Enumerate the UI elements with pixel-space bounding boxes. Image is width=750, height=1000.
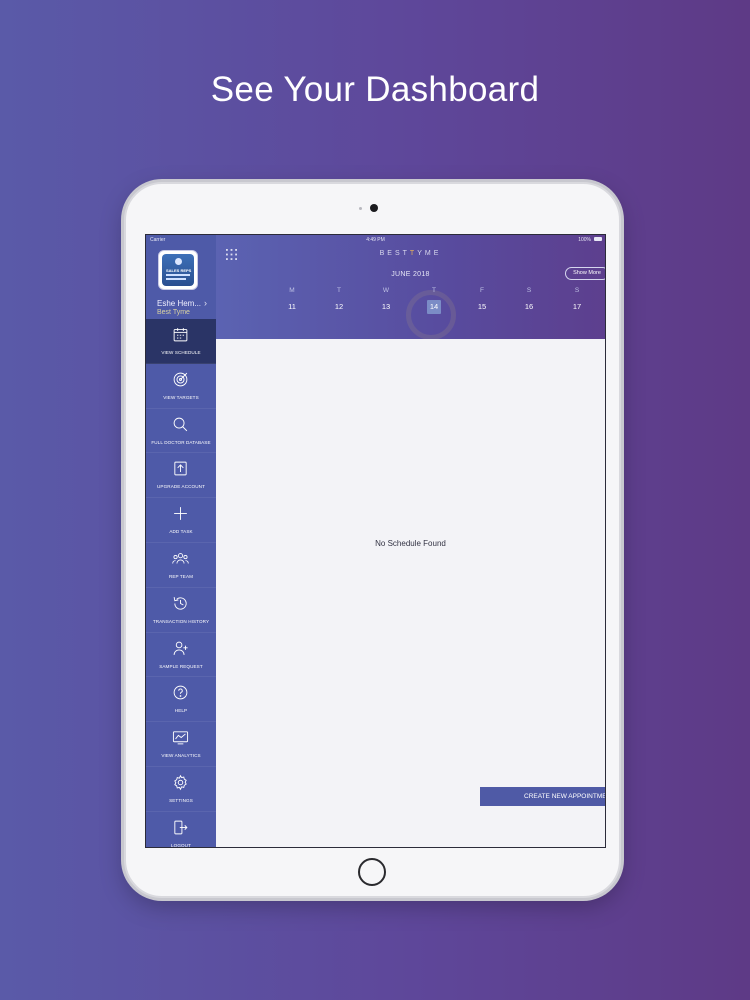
brand-prefix: BEST <box>379 250 410 257</box>
help-icon <box>173 686 188 700</box>
day-name: S <box>574 287 580 294</box>
day-number: 15 <box>477 302 487 311</box>
sidebar-item-label: SETTINGS <box>169 797 193 803</box>
gear-icon <box>174 774 187 791</box>
sidebar-item-label: LOGOUT <box>171 842 191 848</box>
day-number: 17 <box>572 302 582 311</box>
history-icon <box>173 596 187 610</box>
schedule-content: No Schedule Found CREATE NEW APPOINTMENT <box>216 339 605 847</box>
sidebar-item-full-doctor-database[interactable]: FULL DOCTOR DATABASE <box>146 409 216 454</box>
empty-state-message: No Schedule Found <box>375 539 446 548</box>
search-icon <box>173 417 188 431</box>
sidebar-item-view-schedule[interactable]: VIEW SCHEDULE <box>146 319 216 364</box>
sidebar-item-view-targets[interactable]: VIEW TARGETS <box>146 364 216 409</box>
headline: See Your Dashboard <box>210 70 540 109</box>
home-button[interactable] <box>358 858 386 886</box>
sidebar-item-transaction-history[interactable]: TRANSACTION HISTORY <box>146 588 216 633</box>
day-cell[interactable]: S 17 <box>567 286 587 314</box>
day-name: T <box>337 287 341 294</box>
day-cell-selected[interactable]: T 14 <box>424 286 444 314</box>
sidebar-item-label: VIEW TARGETS <box>163 394 199 400</box>
chevron-right-icon[interactable]: › <box>204 298 207 308</box>
day-cell[interactable]: W 13 <box>376 286 396 314</box>
sidebar-item-label: UPGRADE ACCOUNT <box>157 484 205 490</box>
battery-icon <box>594 237 602 241</box>
profile-company: Best Tyme <box>157 309 190 316</box>
logo-line-decoration <box>166 278 186 280</box>
calendar-month-label: JUNE 2018 <box>391 271 430 278</box>
day-number: 16 <box>524 302 534 311</box>
calendar-icon <box>173 328 188 342</box>
sidebar-item-label: SAMPLE REQUEST <box>159 663 203 669</box>
sidebar-item-label: REP TEAM <box>168 573 194 579</box>
day-number: 13 <box>381 302 391 311</box>
day-name: T <box>432 287 436 294</box>
sidebar-menu: VIEW SCHEDULE VIEW TARGETS FULL DOCTOR D… <box>146 319 216 848</box>
sidebar-item-logout[interactable]: LOGOUT <box>146 812 216 848</box>
day-cell[interactable]: T 12 <box>329 286 349 314</box>
sidebar-item-label: FULL DOCTOR DATABASE <box>151 439 211 445</box>
sidebar-item-label: ADD TASK <box>169 529 193 535</box>
week-strip: M 11 T 12 W 13 T 14 F 15 S 16 S 17 <box>276 286 605 326</box>
front-camera <box>370 204 378 212</box>
battery-percent: 100% <box>578 237 591 243</box>
brand-logo: BESTTYME <box>216 250 605 257</box>
user-request-icon <box>173 641 188 655</box>
app-screen: Carrier 4:49 PM 100% SALES REPS Eshe Hem… <box>145 234 606 848</box>
day-name: F <box>480 287 484 294</box>
upgrade-icon <box>174 462 187 476</box>
day-cell[interactable]: M 11 <box>282 286 302 314</box>
sidebar-item-settings[interactable]: SETTINGS <box>146 767 216 812</box>
sidebar-item-label: VIEW ANALYTICS <box>161 753 201 759</box>
logo-line-decoration <box>166 274 190 276</box>
day-number: 14 <box>427 300 441 314</box>
ipad-device-frame: Carrier 4:49 PM 100% SALES REPS Eshe Hem… <box>124 182 621 898</box>
brand-suffix: YME <box>417 250 442 257</box>
logo-badge-icon <box>175 258 182 265</box>
status-bar: Carrier 4:49 PM 100% <box>146 235 605 245</box>
sidebar: SALES REPS Eshe Hem... › Best Tyme VIEW … <box>146 235 216 847</box>
sidebar-item-add-task[interactable]: ADD TASK <box>146 498 216 543</box>
sidebar-item-rep-team[interactable]: REP TEAM <box>146 543 216 588</box>
show-more-button[interactable]: Show More <box>565 267 605 280</box>
sidebar-item-label: HELP <box>174 708 188 714</box>
day-cell[interactable]: F 15 <box>472 286 492 314</box>
logout-icon <box>174 820 188 835</box>
day-name: W <box>382 287 390 294</box>
avatar-logo-image: SALES REPS <box>162 254 194 286</box>
status-time: 4:49 PM <box>366 237 385 243</box>
day-number: 11 <box>288 302 296 311</box>
sidebar-item-view-analytics[interactable]: VIEW ANALYTICS <box>146 722 216 767</box>
sidebar-item-label: TRANSACTION HISTORY <box>152 618 210 624</box>
sidebar-item-label: VIEW SCHEDULE <box>161 350 201 355</box>
day-number: 12 <box>334 302 344 311</box>
profile-avatar[interactable]: SALES REPS <box>158 250 198 290</box>
logo-text: SALES REPS <box>166 268 192 273</box>
ambient-sensor <box>359 207 362 210</box>
team-icon <box>172 553 189 564</box>
sidebar-item-sample-request[interactable]: SAMPLE REQUEST <box>146 633 216 678</box>
sidebar-item-upgrade-account[interactable]: UPGRADE ACCOUNT <box>146 453 216 499</box>
target-icon <box>173 372 188 387</box>
day-name: S <box>526 287 532 294</box>
create-appointment-button[interactable]: CREATE NEW APPOINTMENT <box>480 787 605 806</box>
plus-icon <box>174 507 187 521</box>
calendar-header: BESTTYME JUNE 2018 Show More M 11 T 12 W… <box>216 235 605 339</box>
day-name: M <box>289 287 295 294</box>
analytics-icon <box>172 731 189 745</box>
day-cell[interactable]: S 16 <box>519 286 539 314</box>
sidebar-item-help[interactable]: HELP <box>146 677 216 723</box>
